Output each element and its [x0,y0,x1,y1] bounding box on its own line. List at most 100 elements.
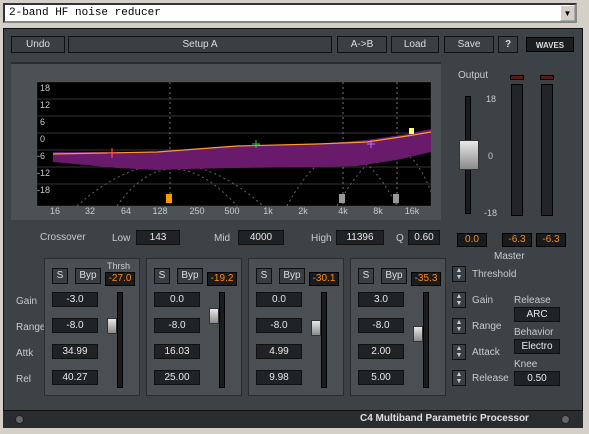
band-1-bypass-button[interactable]: Byp [75,268,101,284]
band-4-threshold-fader[interactable] [423,292,429,388]
x-axis-label: 128 [152,206,168,216]
band-2-attack-value[interactable]: 16.03 [154,344,200,359]
release-mode-value[interactable]: ARC [514,307,560,322]
help-button[interactable]: ? [498,36,518,53]
band-2-threshold-fader[interactable] [219,292,225,388]
band-3-solo-button[interactable]: S [256,268,272,284]
low-crossover-value[interactable]: 143 [136,230,180,245]
output-fader-knob[interactable] [459,140,479,170]
master-threshold-arrows-icon[interactable]: ▲ ▼ [452,266,466,282]
master-gain-arrows-icon[interactable]: ▲ ▼ [452,292,466,308]
screw-icon [561,415,570,424]
meter-right-value: -6.3 [536,233,566,247]
band-4-solo-button[interactable]: S [358,268,374,284]
crossover-handle-high[interactable] [393,194,399,203]
band-3-threshold-fader[interactable] [321,292,327,388]
setup-button[interactable]: Setup A [68,36,332,53]
clip-led-right[interactable] [540,75,554,80]
output-meter-right [541,84,553,216]
band-4-bypass-button[interactable]: Byp [381,268,407,284]
save-button[interactable]: Save [444,36,494,53]
band-4-release-value[interactable]: 5.00 [358,370,404,385]
x-axis-label: 500 [224,206,240,216]
y-axis-label: 0 [40,134,46,144]
band-3-threshold-knob[interactable] [311,320,321,336]
load-button[interactable]: Load [391,36,439,53]
band-2-gain-value[interactable]: 0.0 [154,292,200,307]
y-axis-label: -6 [37,151,46,161]
master-range-arrows-icon[interactable]: ▲ ▼ [452,318,466,334]
band-1-release-value[interactable]: 40.27 [52,370,98,385]
y-axis-label: -18 [37,185,51,195]
mid-crossover-value[interactable]: 4000 [238,230,284,245]
band-1-threshold-knob[interactable] [107,318,117,334]
behavior-value[interactable]: Electro [514,339,560,354]
master-range-label: Range [472,321,502,332]
y-axis-label: -12 [37,168,51,178]
band-3-attack-value[interactable]: 4.99 [256,344,302,359]
band-4-gain-value[interactable]: 3.0 [358,292,404,307]
band-3-range-value[interactable]: -8.0 [256,318,302,333]
band-1-threshold-value[interactable]: -27.0 [105,272,135,286]
band-2-release-value[interactable]: 25.00 [154,370,200,385]
knee-label: Knee [514,359,538,370]
low-label: Low [112,233,131,244]
master-label: Master [494,251,525,262]
y-axis-label: 18 [40,83,51,93]
master-gain-label: Gain [472,295,494,306]
band-4-range-value[interactable]: -8.0 [358,318,404,333]
output-gain-value[interactable]: 0.0 [457,233,487,247]
band-2-threshold-knob[interactable] [209,308,219,324]
band-1-range-value[interactable]: -8.0 [52,318,98,333]
band-3-threshold-value[interactable]: -30.1 [309,272,339,286]
knee-value[interactable]: 0.50 [514,371,560,386]
band-3-bypass-button[interactable]: Byp [279,268,305,284]
output-scale-mid: 0 [488,151,494,161]
band-2-range-value[interactable]: -8.0 [154,318,200,333]
behavior-label: Behavior [514,327,554,338]
x-axis-label: 16k [404,206,420,216]
output-label: Output [458,70,489,81]
output-meter-left [511,84,523,216]
q-label: Q [396,233,404,244]
high-crossover-value[interactable]: 11396 [336,230,384,245]
ab-button[interactable]: A->B [337,36,387,53]
master-threshold-label: Threshold [472,269,517,280]
row-label-range: Range [16,322,46,333]
x-axis-label: 8k [373,206,383,216]
chevron-down-icon[interactable]: ▼ [560,5,575,21]
band-1-attack-value[interactable]: 34.99 [52,344,98,359]
crossover-handle-mid[interactable] [339,194,345,203]
band-marker-4[interactable] [409,128,414,134]
band-1-threshold-fader[interactable] [117,292,123,388]
band-4-threshold-knob[interactable] [413,326,423,342]
row-label-attack: Attk [16,348,34,359]
band-2-threshold-value[interactable]: -19.2 [207,272,237,286]
crossover-handle-low[interactable] [166,194,172,203]
band-2-bypass-button[interactable]: Byp [177,268,203,284]
mid-label: Mid [214,233,231,244]
clip-led-left[interactable] [510,75,524,80]
x-axis-label: 64 [120,206,131,216]
band-4-threshold-value[interactable]: -35.3 [411,272,441,286]
row-label-release: Rel [16,374,32,385]
high-label: High [311,233,332,244]
master-release-arrows-icon[interactable]: ▲ ▼ [452,370,466,386]
band-3-gain-value[interactable]: 0.0 [256,292,302,307]
q-value[interactable]: 0.60 [408,230,440,245]
plugin-title: C4 Multiband Parametric Processor [360,413,529,424]
band-4-attack-value[interactable]: 2.00 [358,344,404,359]
band-1-solo-button[interactable]: S [52,268,68,284]
band-1-gain-value[interactable]: -3.0 [52,292,98,307]
preset-selector[interactable]: 2-band HF noise reducer [3,3,577,23]
y-axis-label: 12 [40,100,51,110]
master-attack-label: Attack [472,347,500,358]
band-2-solo-button[interactable]: S [154,268,170,284]
band-3-release-value[interactable]: 9.98 [256,370,302,385]
output-scale-bottom: -18 [484,208,498,218]
release-mode-label: Release [514,295,551,306]
master-attack-arrows-icon[interactable]: ▲ ▼ [452,344,466,360]
x-axis-label: 32 [84,206,95,216]
eq-graph[interactable] [37,82,431,206]
undo-button[interactable]: Undo [11,36,65,53]
